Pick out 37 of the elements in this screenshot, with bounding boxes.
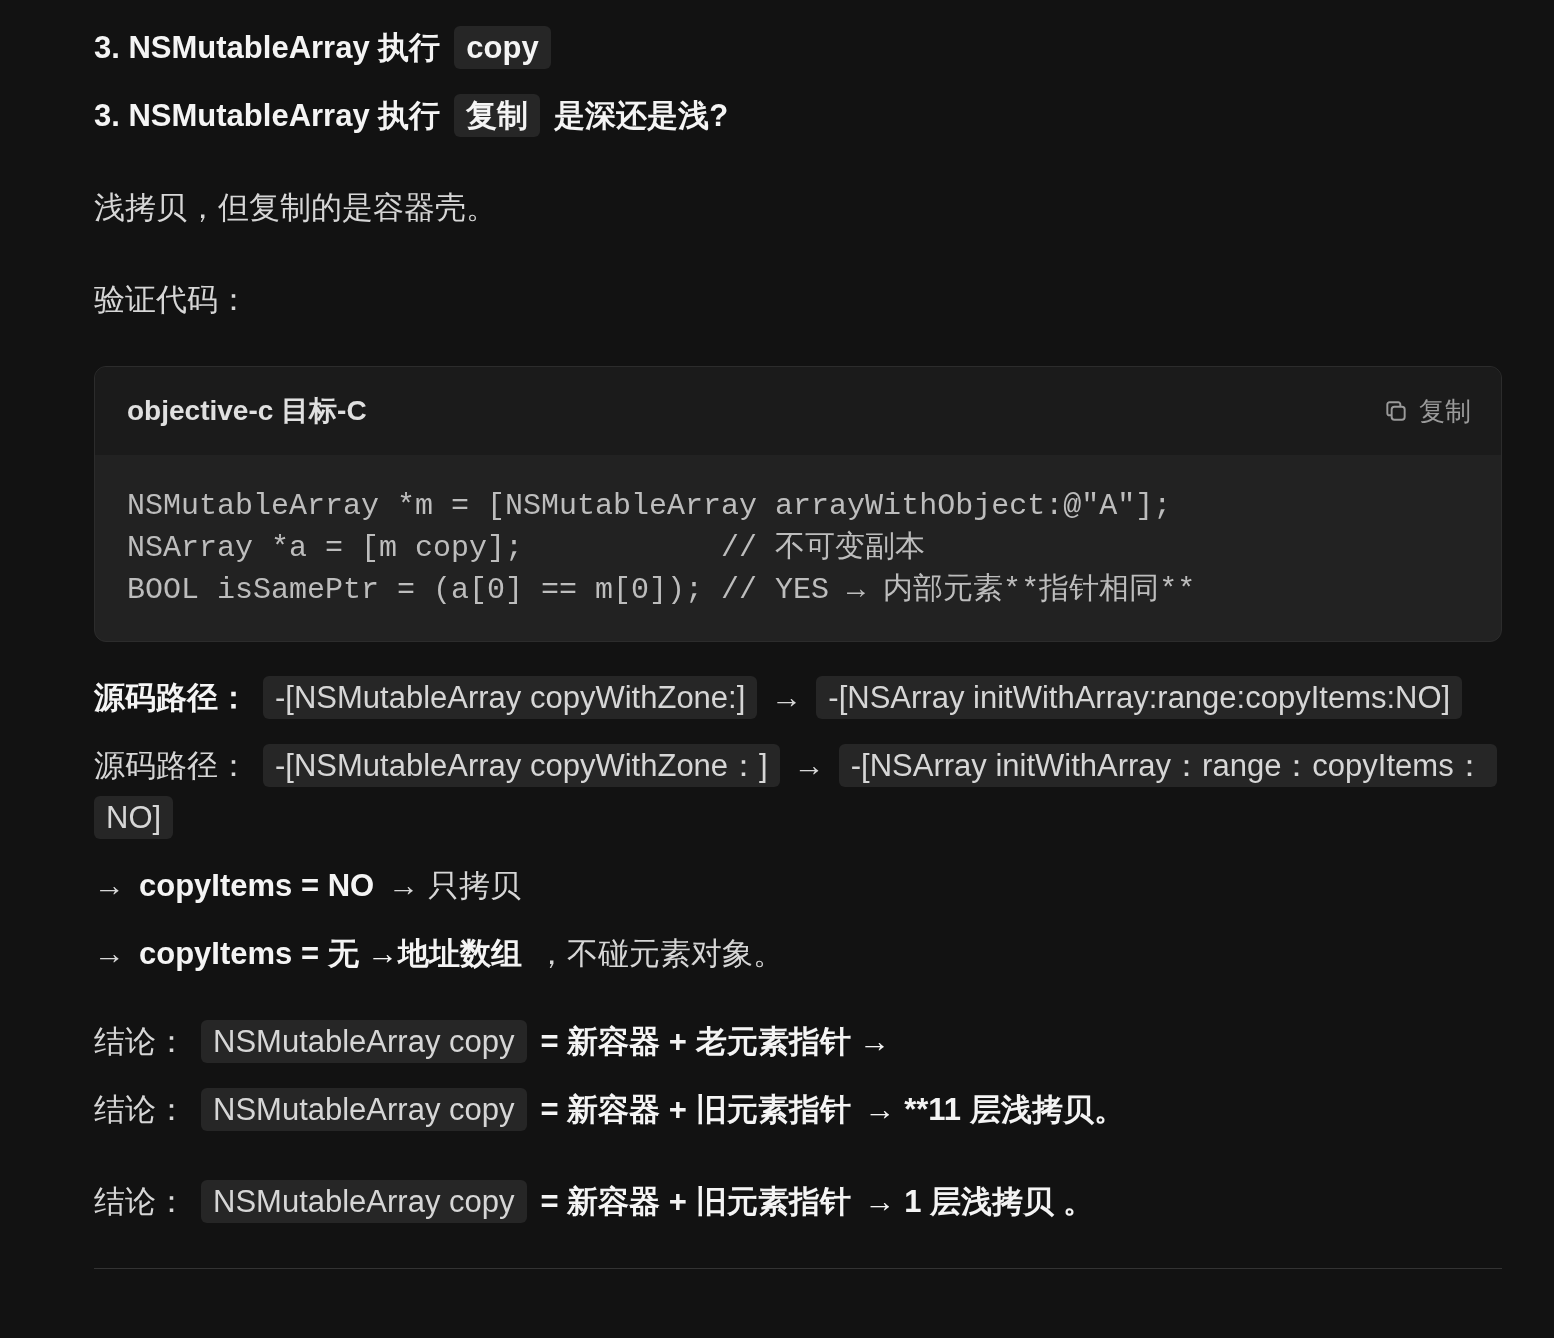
inline-code: NSMutableArray copy — [201, 1088, 527, 1131]
text: 源码路径： — [94, 680, 249, 715]
text: 结论： — [94, 1184, 187, 1219]
text: → **11 层浅拷贝。 — [864, 1092, 1125, 1127]
text: 3. NSMutableArray 执行 — [94, 30, 441, 65]
text: 结论： — [94, 1024, 187, 1059]
text: → 1 层浅拷贝 。 — [864, 1184, 1094, 1219]
inline-code: NSMutableArray copy — [201, 1180, 527, 1223]
text: 源码路径： — [94, 748, 249, 783]
text: → — [94, 868, 125, 903]
text: 结论： — [94, 1092, 187, 1127]
text: copyItems = 无 →地址数组 — [139, 936, 523, 971]
code-line: NSMutableArray *m = [NSMutableArray arrayWithObject:@"A"]; — [127, 488, 1173, 525]
text: copyItems = NO — [139, 868, 375, 903]
copy-button[interactable]: 复制 — [1383, 393, 1471, 429]
text: → — [771, 680, 803, 715]
copy-icon — [1383, 398, 1409, 424]
code-line: NSArray *a = [m copy]; // 不可变副本 — [127, 530, 927, 567]
text: 浅拷贝，但复制的是容器壳。 — [94, 190, 497, 225]
text: 3. NSMutableArray 执行 — [94, 98, 441, 133]
text: 验证代码： — [94, 282, 249, 317]
inline-code: 复制 — [454, 94, 541, 137]
text: → 只拷贝 — [388, 868, 521, 903]
inline-code: -[NSArray initWithArray:range:copyItems:NO] — [816, 676, 1463, 719]
inline-code: -[NSMutableArray copyWithZone：] — [263, 744, 780, 787]
inline-code: -[NSMutableArray copyWithZone:] — [263, 676, 758, 719]
code-line: BOOL isSamePtr = (a[0] == m[0]); // YES → 内部元素**指针相同** — [127, 572, 1197, 609]
text: → — [94, 936, 125, 971]
text: ，不碰元素对象。 — [536, 936, 785, 971]
code-language: objective-c 目标-C — [127, 394, 367, 428]
text: = 新容器 + 老元素指针 → — [540, 1024, 891, 1059]
text: = 新容器 + 旧元素指针 — [540, 1184, 851, 1219]
inline-code: NSMutableArray copy — [201, 1020, 527, 1063]
text: = 新容器 + 旧元素指针 — [540, 1092, 851, 1127]
text: 是深还是浅? — [554, 98, 729, 133]
text: → — [793, 748, 825, 783]
inline-code: copy — [454, 26, 551, 69]
